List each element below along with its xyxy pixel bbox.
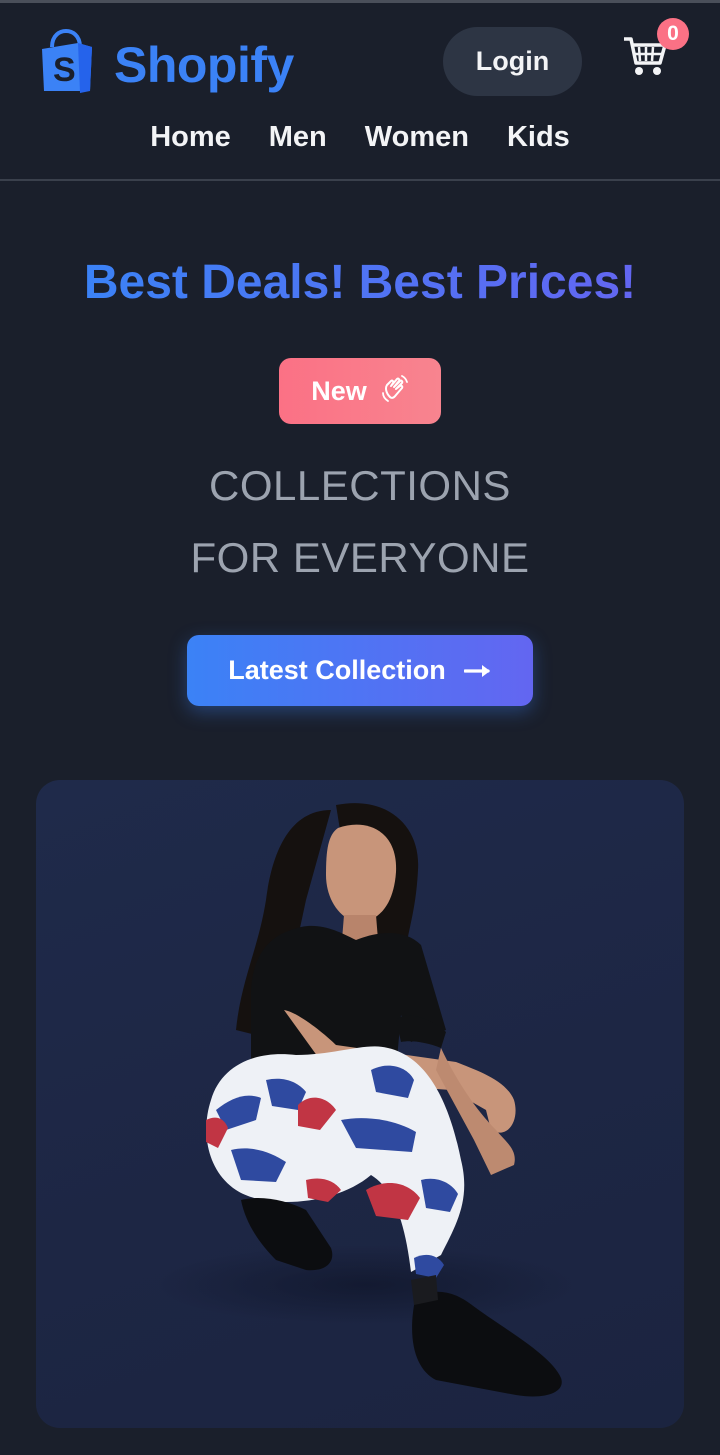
latest-collection-button[interactable]: Latest Collection	[187, 635, 533, 706]
main-nav: Home Men Women Kids	[0, 121, 720, 154]
nav-kids[interactable]: Kids	[507, 121, 570, 154]
shopping-bag-icon: S	[38, 28, 96, 100]
new-badge-label: New	[311, 375, 367, 406]
new-badge: New	[279, 358, 441, 424]
brand-logo[interactable]: S Shopify	[38, 28, 294, 100]
brand-name: Shopify	[114, 36, 294, 93]
hero-headline-text: Best Deals! Best Prices!	[83, 256, 637, 309]
site-header: S Shopify Login 0 Home Men Women Kids	[0, 3, 720, 181]
svg-text:S: S	[53, 51, 76, 89]
hero-image	[36, 780, 684, 1428]
hero-subtitle-line2: FOR EVERYONE	[190, 534, 530, 581]
shopping-cart-icon	[622, 37, 668, 83]
latest-collection-label: Latest Collection	[228, 655, 446, 685]
arrow-right-icon	[463, 655, 492, 686]
nav-women[interactable]: Women	[365, 121, 469, 154]
nav-home[interactable]: Home	[150, 121, 231, 154]
hero-headline: Best Deals! Best Prices!	[0, 255, 720, 310]
login-button[interactable]: Login	[443, 27, 582, 96]
hero-subtitle-line1: COLLECTIONS	[209, 462, 511, 509]
model-photo-illustration	[156, 803, 576, 1397]
nav-men[interactable]: Men	[269, 121, 327, 154]
waving-hand-icon	[381, 373, 409, 410]
cart-count-badge: 0	[657, 18, 689, 50]
